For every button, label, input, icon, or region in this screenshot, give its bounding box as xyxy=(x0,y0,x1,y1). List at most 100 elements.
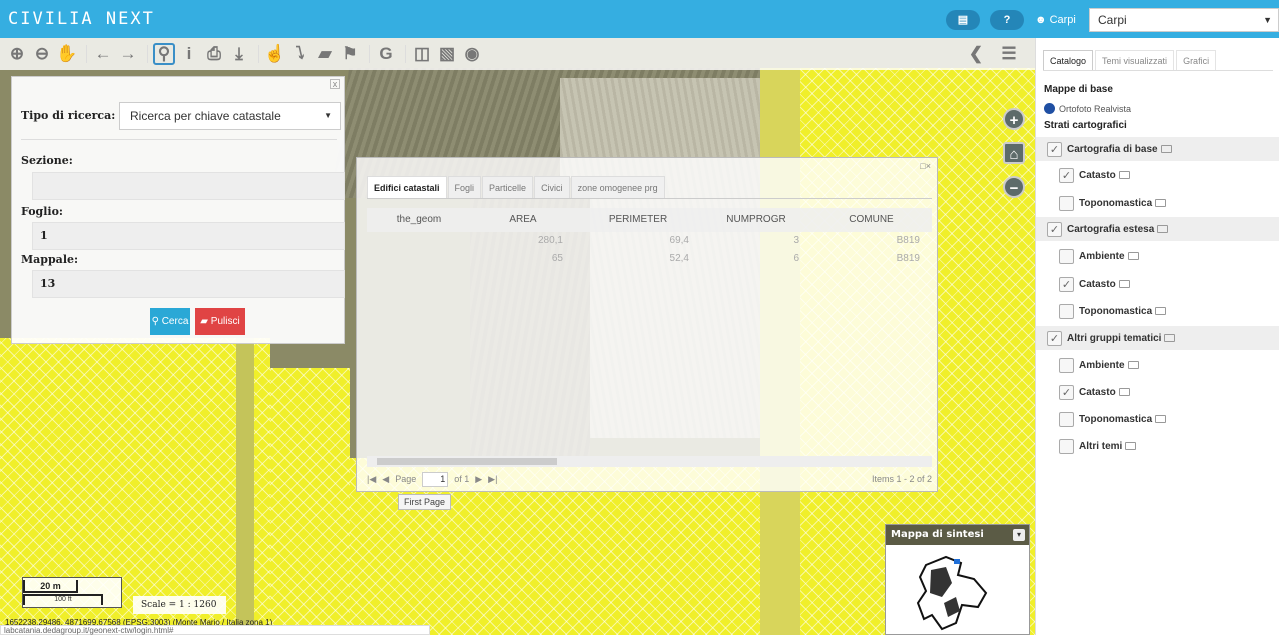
split-view-icon[interactable]: ◫ xyxy=(411,43,433,65)
last-page-icon[interactable]: ▶| xyxy=(488,474,497,485)
layer-item[interactable]: Ambiente xyxy=(1036,353,1279,377)
overview-map[interactable]: Mappa di sintesi ▾ xyxy=(885,524,1030,635)
layer-item[interactable]: Altri temi xyxy=(1036,434,1279,458)
list-panel-icon[interactable]: ☰ xyxy=(998,43,1020,65)
checkbox-icon[interactable] xyxy=(1059,195,1074,211)
folder-icon[interactable] xyxy=(1118,171,1130,179)
layer-group[interactable]: ✓ Cartografia di base xyxy=(1036,137,1279,161)
page-input[interactable]: 1 xyxy=(422,471,449,487)
cerca-button[interactable]: ⚲ Cerca xyxy=(150,308,190,335)
search-zoom-icon[interactable]: ⚲ xyxy=(153,43,175,65)
close-icon[interactable]: x xyxy=(330,79,340,89)
tab-catalogo[interactable]: Catalogo xyxy=(1043,50,1094,70)
folder-icon[interactable] xyxy=(1155,307,1167,315)
pointer-icon[interactable]: ☝ xyxy=(264,43,286,65)
layer-group[interactable]: ✓ Altri gruppi tematici xyxy=(1036,326,1279,350)
layer-item[interactable]: Ambiente xyxy=(1036,244,1279,268)
folder-icon[interactable] xyxy=(1118,280,1130,288)
map-book-icon[interactable]: ▧ xyxy=(436,43,458,65)
tipo-ricerca-select[interactable]: Ricerca per chiave catastale ▼ xyxy=(119,102,341,130)
toolbar-right: ❮ ☰ xyxy=(965,43,1023,65)
download-icon[interactable]: ⤓ xyxy=(228,43,250,65)
table-cell: 65 xyxy=(551,253,563,264)
tab-temi-visualizzati[interactable]: Temi visualizzati xyxy=(1095,50,1175,70)
tab-zone-omogenee[interactable]: zone omogenee prg xyxy=(570,176,665,198)
checkbox-icon[interactable] xyxy=(1059,438,1074,454)
mappale-field[interactable]: 13 xyxy=(32,270,345,298)
help-button[interactable]: ? xyxy=(990,10,1024,30)
map-zoom-in-button[interactable]: + xyxy=(1003,108,1025,130)
layer-item[interactable]: ✓ Catasto xyxy=(1036,380,1279,404)
tab-fogli[interactable]: Fogli xyxy=(447,176,482,198)
window-controls-icon[interactable]: □× xyxy=(920,161,931,171)
flag-icon[interactable]: ⚑ xyxy=(339,43,361,65)
column-header[interactable]: COMUNE xyxy=(811,208,932,232)
tab-particelle[interactable]: Particelle xyxy=(482,176,534,198)
checkbox-icon[interactable] xyxy=(1059,357,1074,373)
folder-icon[interactable] xyxy=(1127,252,1139,260)
folder-icon[interactable] xyxy=(1125,442,1137,450)
map-zoom-out-button[interactable]: − xyxy=(1003,176,1025,198)
layer-item[interactable]: Toponomastica xyxy=(1036,191,1279,215)
prev-page-icon[interactable]: ◀ xyxy=(382,474,389,485)
checkbox-icon[interactable] xyxy=(1059,303,1074,319)
print-icon[interactable]: ⎙ xyxy=(203,43,225,65)
folder-icon[interactable] xyxy=(1155,199,1167,207)
horizontal-scrollbar[interactable] xyxy=(367,456,932,467)
radio-selected-icon[interactable] xyxy=(1044,103,1055,114)
tab-civici[interactable]: Civici xyxy=(534,176,570,198)
checkbox-icon[interactable] xyxy=(1059,411,1074,427)
checkbox-checked-icon[interactable]: ✓ xyxy=(1047,141,1062,157)
folder-icon[interactable] xyxy=(1155,415,1167,423)
globe-icon[interactable]: ◉ xyxy=(461,43,483,65)
cards-icon[interactable]: ▤ xyxy=(946,10,980,30)
folder-open-icon[interactable] xyxy=(1157,225,1169,233)
home-icon[interactable]: ⌂ xyxy=(1003,142,1025,164)
layer-item[interactable]: ✓ Catasto xyxy=(1036,163,1279,187)
table-row[interactable]: 280,1 69,4 3 B819 xyxy=(367,232,932,250)
first-page-icon[interactable]: |◀ xyxy=(367,474,376,485)
checkbox-checked-icon[interactable]: ✓ xyxy=(1059,167,1074,183)
g-letter-icon[interactable]: G xyxy=(375,43,397,65)
tab-grafici[interactable]: Grafici xyxy=(1176,50,1217,70)
lightning-icon[interactable]: ⭝ xyxy=(289,43,311,65)
folder-open-icon[interactable] xyxy=(1164,334,1176,342)
minimize-icon[interactable]: ▾ xyxy=(1013,529,1025,541)
zoom-out-icon[interactable]: ⊖ xyxy=(31,43,53,65)
next-page-icon[interactable]: ▶ xyxy=(475,474,482,485)
foglio-field[interactable]: 1 xyxy=(32,222,345,250)
folder-open-icon[interactable] xyxy=(1160,145,1172,153)
back-arrow-icon[interactable]: ← xyxy=(92,43,114,65)
layer-item[interactable]: ✓ Catasto xyxy=(1036,272,1279,296)
checkbox-checked-icon[interactable]: ✓ xyxy=(1059,276,1074,292)
sezione-field[interactable] xyxy=(32,172,345,200)
column-header[interactable]: PERIMETER xyxy=(575,208,701,232)
comune-select[interactable]: Carpi ▼ xyxy=(1089,8,1279,32)
folder-icon[interactable] xyxy=(1118,388,1130,396)
column-header[interactable]: NUMPROGR xyxy=(701,208,811,232)
column-header[interactable]: the_geom xyxy=(367,208,471,232)
scrollbar-thumb[interactable] xyxy=(377,458,557,465)
folder-icon[interactable] xyxy=(1127,361,1139,369)
forward-arrow-icon[interactable]: → xyxy=(117,43,139,65)
layer-item[interactable]: Toponomastica xyxy=(1036,299,1279,323)
table-row[interactable]: 65 52,4 6 B819 xyxy=(367,250,932,268)
user-menu[interactable]: ☻ Carpi xyxy=(1035,14,1076,26)
checkbox-icon[interactable] xyxy=(1059,248,1074,264)
column-header[interactable]: AREA xyxy=(471,208,575,232)
layer-item[interactable]: Toponomastica xyxy=(1036,407,1279,431)
tab-edifici-catastali[interactable]: Edifici catastali xyxy=(367,176,447,198)
eraser-icon[interactable]: ▰ xyxy=(314,43,336,65)
share-icon[interactable]: ❮ xyxy=(965,43,987,65)
info-icon[interactable]: i xyxy=(178,43,200,65)
layer-group[interactable]: ✓ Cartografia estesa xyxy=(1036,217,1279,241)
checkbox-checked-icon[interactable]: ✓ xyxy=(1047,221,1062,237)
tipo-ricerca-label: Tipo di ricerca: xyxy=(21,109,116,122)
pan-hand-icon[interactable]: ✋ xyxy=(56,43,78,65)
tooltip: First Page xyxy=(398,494,452,510)
checkbox-checked-icon[interactable]: ✓ xyxy=(1059,384,1074,400)
checkbox-checked-icon[interactable]: ✓ xyxy=(1047,330,1062,346)
pulisci-button[interactable]: ▰ Pulisci xyxy=(195,308,245,335)
zoom-in-icon[interactable]: ⊕ xyxy=(6,43,28,65)
base-map-item[interactable]: Ortofoto Realvista xyxy=(1044,103,1131,114)
